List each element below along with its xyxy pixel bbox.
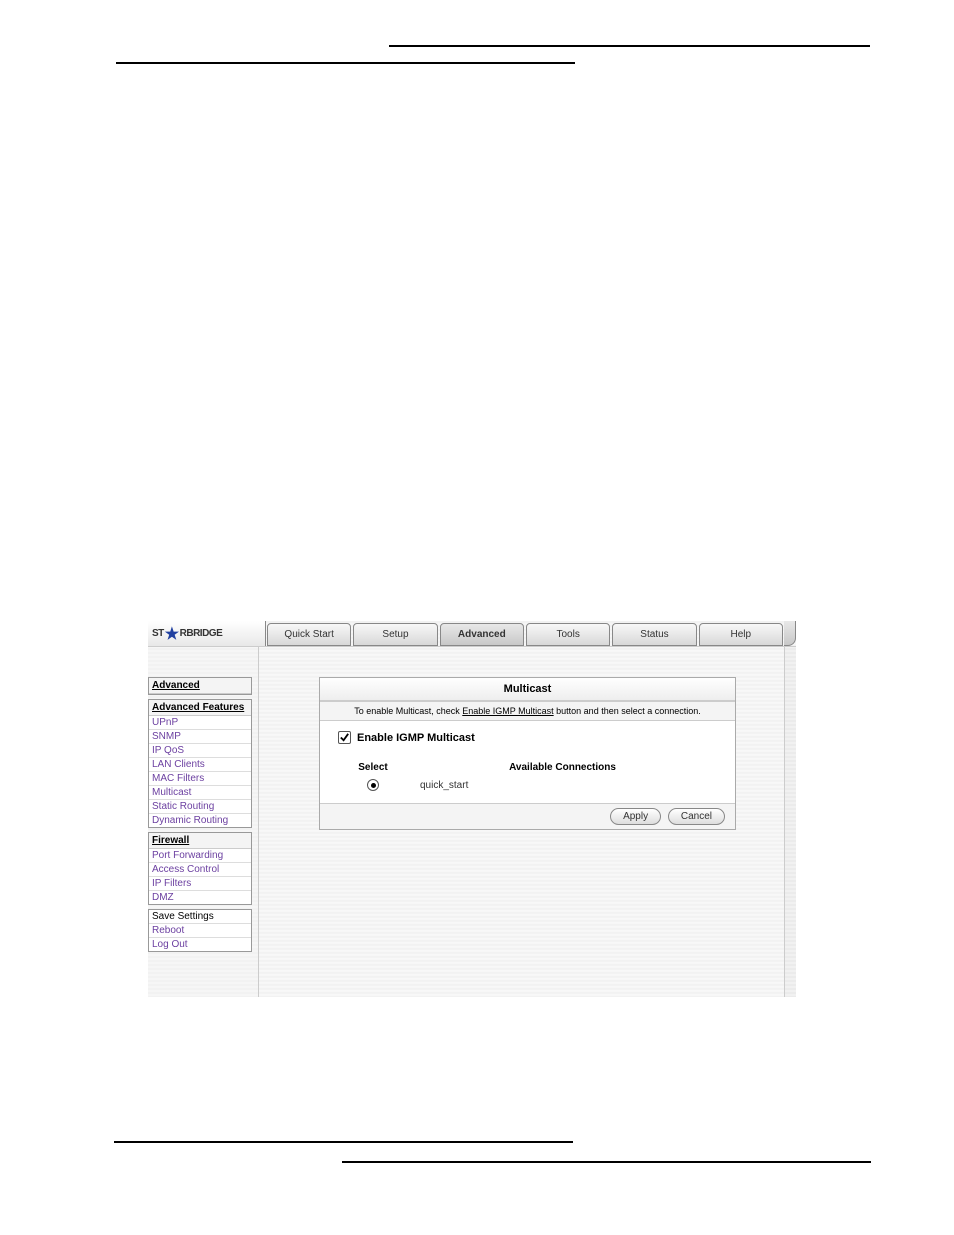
column-select-header: Select	[338, 762, 408, 773]
tab-tools[interactable]: Tools	[526, 623, 610, 646]
sidebar-section-actions: Save Settings Reboot Log Out	[148, 909, 252, 952]
sidebar-item-lan-clients[interactable]: LAN Clients	[149, 758, 251, 772]
sidebar-item-multicast[interactable]: Multicast	[149, 786, 251, 800]
logo-text-prefix: ST	[152, 628, 164, 639]
sidebar-header-advanced: Advanced	[149, 678, 251, 694]
enable-multicast-row: Enable IGMP Multicast	[338, 731, 717, 744]
connections-header: Select Available Connections	[338, 762, 717, 773]
sidebar-section-firewall: Firewall Port Forwarding Access Control …	[148, 832, 252, 905]
desc-suffix: button and then select a connection.	[554, 706, 701, 716]
connection-row: quick_start	[338, 779, 717, 791]
sidebar: Advanced Advanced Features UPnP SNMP IP …	[148, 647, 259, 997]
sidebar-header-firewall: Firewall	[149, 833, 251, 849]
apply-button[interactable]: Apply	[610, 808, 661, 825]
enable-multicast-label: Enable IGMP Multicast	[357, 732, 475, 744]
desc-link: Enable IGMP Multicast	[462, 706, 553, 716]
sidebar-item-mac-filters[interactable]: MAC Filters	[149, 772, 251, 786]
sidebar-section-advanced: Advanced	[148, 677, 252, 695]
nav-corner-decoration	[784, 621, 796, 646]
brand-logo: ST ★ RBRIDGE	[148, 621, 266, 646]
panel-body: Enable IGMP Multicast Select Available C…	[320, 721, 735, 803]
tab-quick-start[interactable]: Quick Start	[267, 623, 351, 646]
sidebar-header-features: Advanced Features	[149, 700, 251, 716]
cancel-button[interactable]: Cancel	[668, 808, 725, 825]
sidebar-item-ip-filters[interactable]: IP Filters	[149, 877, 251, 891]
radio-dot-icon	[371, 783, 376, 788]
main-area: Advanced Advanced Features UPnP SNMP IP …	[148, 647, 796, 997]
panel-description: To enable Multicast, check Enable IGMP M…	[320, 702, 735, 721]
content-area: Multicast To enable Multicast, check Ena…	[259, 647, 796, 997]
sidebar-item-snmp[interactable]: SNMP	[149, 730, 251, 744]
connection-name: quick_start	[408, 780, 468, 791]
sidebar-item-access-control[interactable]: Access Control	[149, 863, 251, 877]
tab-setup[interactable]: Setup	[353, 623, 437, 646]
sidebar-item-dynamic-routing[interactable]: Dynamic Routing	[149, 814, 251, 827]
desc-prefix: To enable Multicast, check	[354, 706, 462, 716]
sidebar-item-ipqos[interactable]: IP QoS	[149, 744, 251, 758]
tab-status[interactable]: Status	[612, 623, 696, 646]
panel-title: Multicast	[320, 678, 735, 702]
sidebar-item-reboot[interactable]: Reboot	[149, 924, 251, 938]
sidebar-item-upnp[interactable]: UPnP	[149, 716, 251, 730]
tab-advanced[interactable]: Advanced	[440, 623, 524, 646]
column-available-header: Available Connections	[408, 762, 717, 773]
connection-radio-cell	[338, 779, 408, 791]
enable-multicast-checkbox[interactable]	[338, 731, 351, 744]
router-admin-ui: ST ★ RBRIDGE Quick Start Setup Advanced …	[148, 621, 796, 997]
sidebar-item-save-settings[interactable]: Save Settings	[149, 910, 251, 924]
panel-footer: Apply Cancel	[320, 803, 735, 829]
sidebar-item-logout[interactable]: Log Out	[149, 938, 251, 951]
star-icon: ★	[165, 624, 179, 644]
logo-text-suffix: RBRIDGE	[180, 628, 223, 639]
checkmark-icon	[339, 732, 350, 743]
top-navigation: ST ★ RBRIDGE Quick Start Setup Advanced …	[148, 621, 796, 647]
multicast-panel: Multicast To enable Multicast, check Ena…	[319, 677, 736, 830]
sidebar-item-dmz[interactable]: DMZ	[149, 891, 251, 904]
connection-radio[interactable]	[367, 779, 379, 791]
content-right-decoration	[784, 647, 796, 997]
sidebar-item-static-routing[interactable]: Static Routing	[149, 800, 251, 814]
tab-help[interactable]: Help	[699, 623, 783, 646]
sidebar-section-features: Advanced Features UPnP SNMP IP QoS LAN C…	[148, 699, 252, 828]
sidebar-item-port-forwarding[interactable]: Port Forwarding	[149, 849, 251, 863]
